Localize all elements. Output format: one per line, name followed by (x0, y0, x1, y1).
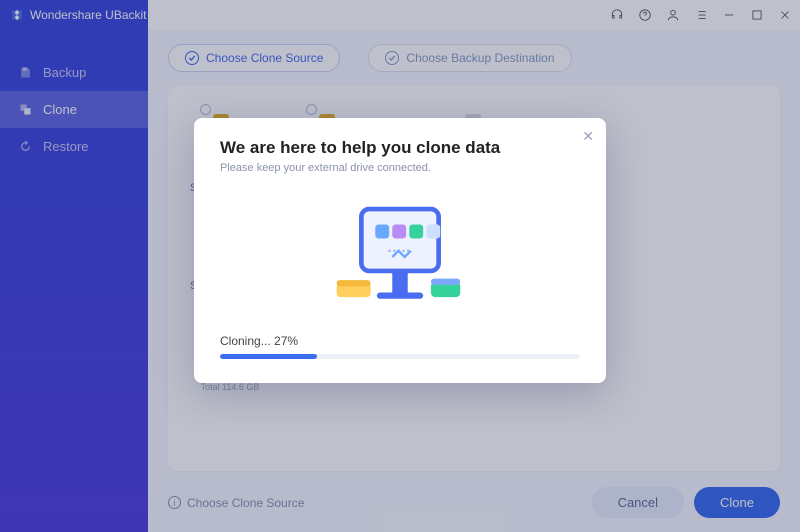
clone-status: Cloning... 27% (220, 334, 580, 348)
progress-fill (220, 354, 317, 359)
clone-progress-modal: ✕ We are here to help you clone data Ple… (194, 118, 606, 383)
modal-illustration (220, 192, 580, 322)
status-prefix: Cloning... (220, 334, 274, 348)
status-percent: 27% (274, 334, 298, 348)
modal-overlay: ✕ We are here to help you clone data Ple… (0, 0, 800, 532)
modal-title: We are here to help you clone data (220, 138, 580, 158)
modal-subtitle: Please keep your external drive connecte… (220, 162, 580, 174)
progress-bar (220, 354, 580, 359)
close-icon[interactable]: ✕ (582, 128, 594, 145)
